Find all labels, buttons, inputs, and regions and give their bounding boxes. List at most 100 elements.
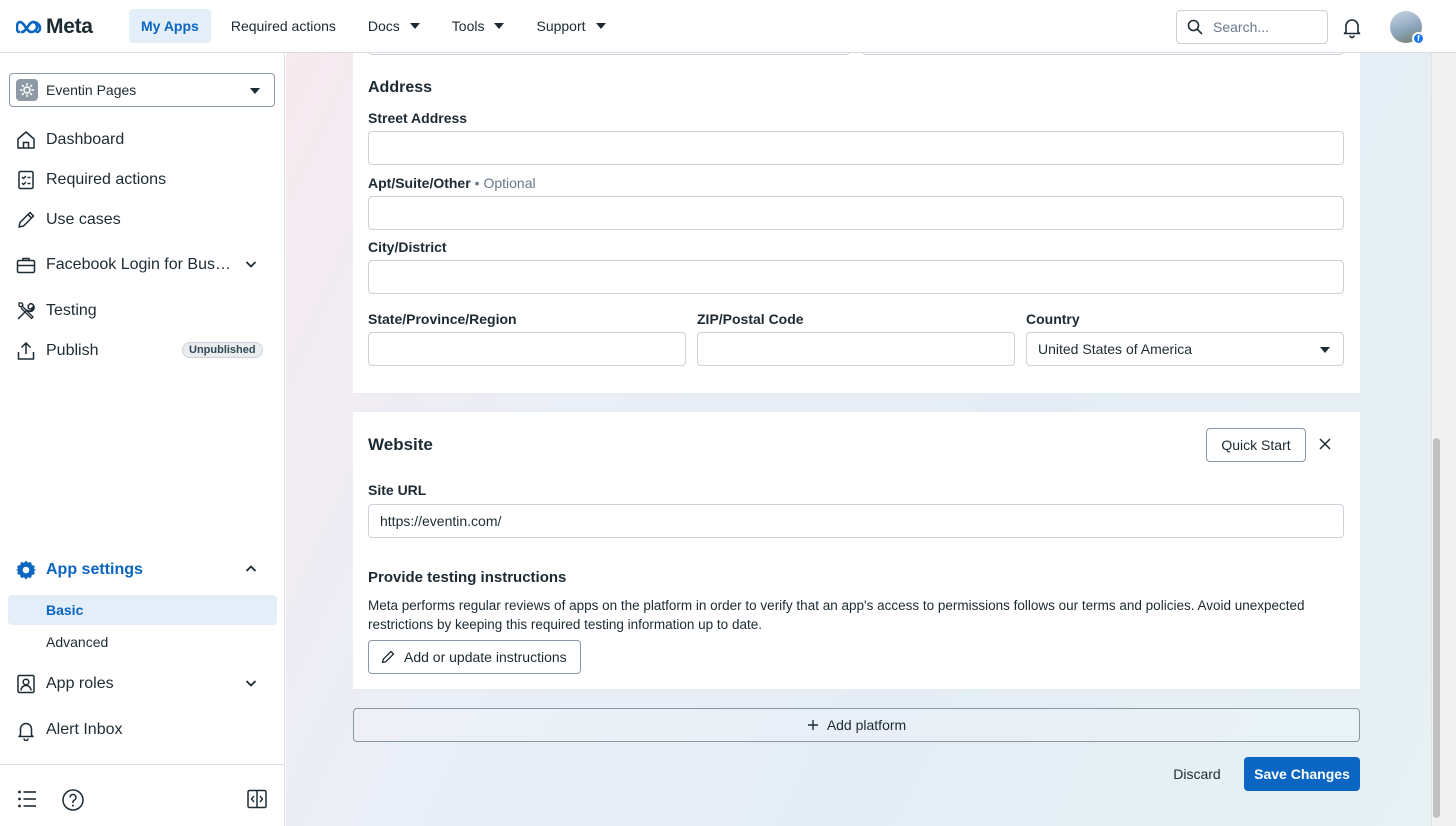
discard-button[interactable]: Discard (1161, 757, 1233, 791)
home-icon (14, 128, 38, 152)
nav-my-apps[interactable]: My Apps (129, 9, 211, 43)
sidebar-footer (0, 764, 284, 826)
close-icon[interactable] (1318, 437, 1332, 456)
add-instructions-label: Add or update instructions (404, 649, 567, 665)
add-platform-button[interactable]: Add platform (353, 708, 1360, 742)
logo-text: Meta (46, 15, 93, 38)
country-label: Country (1026, 311, 1080, 327)
state-field[interactable] (368, 332, 686, 366)
zip-field[interactable] (697, 332, 1015, 366)
nav-tools-label: Tools (451, 18, 485, 34)
nav-required-actions-label: Required actions (230, 18, 336, 34)
sidebar-item-app-roles[interactable]: App roles (14, 668, 270, 700)
sidebar-subitem-label: Basic (46, 602, 84, 618)
scrollbar-thumb[interactable] (1433, 438, 1440, 818)
nav-my-apps-label: My Apps (141, 18, 199, 34)
save-changes-button[interactable]: Save Changes (1244, 757, 1360, 791)
top-bar: Meta My Apps Required actions Docs Tools… (0, 0, 1456, 53)
discard-label: Discard (1173, 766, 1221, 782)
sidebar-item-use-cases[interactable]: Use cases (14, 204, 270, 236)
sidebar-item-label: Required actions (46, 171, 167, 188)
plus-icon (807, 720, 818, 730)
sidebar-item-dashboard[interactable]: Dashboard (14, 124, 270, 156)
add-platform-label: Add platform (826, 717, 907, 733)
sidebar-subitem-basic[interactable]: Basic (8, 595, 277, 625)
quick-start-button[interactable]: Quick Start (1206, 428, 1306, 462)
avatar[interactable]: f (1390, 11, 1425, 45)
status-badge: Unpublished (182, 342, 263, 358)
search-input[interactable]: Search... (1176, 10, 1328, 44)
caret-down-icon (1320, 347, 1330, 353)
previous-field-left[interactable] (368, 53, 850, 55)
gear-icon (14, 558, 38, 582)
sidebar-subitem-label: Advanced (46, 634, 109, 650)
street-address-field[interactable] (368, 131, 1344, 165)
meta-logo[interactable]: Meta (16, 15, 93, 39)
quick-start-label: Quick Start (1221, 437, 1291, 453)
add-instructions-button[interactable]: Add or update instructions (368, 640, 581, 674)
optional-tag: • Optional (474, 175, 536, 191)
app-selector[interactable]: Eventin Pages (9, 73, 275, 107)
sidebar-item-testing[interactable]: Testing (14, 295, 270, 327)
testing-description: Meta performs regular reviews of apps on… (368, 598, 1305, 632)
sidebar-item-app-settings[interactable]: App settings (14, 554, 270, 586)
city-label: City/District (368, 239, 447, 255)
testing-title: Provide testing instructions (368, 569, 567, 586)
sidebar-item-facebook-login[interactable]: Facebook Login for Bus… (14, 249, 270, 281)
nav-support[interactable]: Support (524, 9, 617, 43)
meta-infinity-icon (16, 20, 42, 34)
sidebar-item-alert-inbox[interactable]: Alert Inbox (14, 714, 270, 746)
city-field[interactable] (368, 260, 1344, 294)
briefcase-icon (14, 253, 38, 277)
sidebar-item-label: Facebook Login for Bus… (46, 256, 231, 273)
nav-docs[interactable]: Docs (356, 9, 432, 43)
caret-down-icon (250, 88, 260, 94)
nav-support-label: Support (536, 18, 586, 34)
caret-down-icon (494, 23, 505, 29)
caret-down-icon (409, 23, 420, 29)
chevron-down-icon (244, 257, 258, 276)
previous-field-right[interactable] (862, 53, 1344, 55)
collapse-sidebar-icon[interactable] (246, 788, 268, 815)
caret-down-icon (595, 23, 606, 29)
nav-tools[interactable]: Tools (440, 9, 517, 43)
app-name: Eventin Pages (46, 82, 137, 98)
sidebar-item-label: App roles (46, 675, 114, 692)
notifications-bell-icon[interactable] (1340, 15, 1364, 44)
apt-suite-field[interactable] (368, 196, 1344, 230)
sidebar-item-label: Alert Inbox (46, 721, 123, 738)
nav-docs-label: Docs (367, 18, 400, 34)
sidebar-item-publish[interactable]: Publish Unpublished (14, 335, 270, 367)
sidebar-subitem-advanced[interactable]: Advanced (8, 627, 277, 657)
sidebar-item-required-actions[interactable]: Required actions (14, 164, 270, 196)
app-gear-icon (16, 79, 38, 101)
chevron-up-icon (244, 562, 258, 581)
top-nav: My Apps Required actions Docs Tools Supp… (129, 9, 626, 43)
help-icon[interactable] (61, 788, 85, 817)
website-card: Website Quick Start Site URL https://eve… (353, 412, 1360, 689)
country-value: United States of America (1038, 341, 1193, 357)
save-changes-label: Save Changes (1254, 766, 1350, 782)
facebook-badge-icon: f (1412, 32, 1425, 45)
zip-label: ZIP/Postal Code (697, 311, 804, 327)
nav-required-actions[interactable]: Required actions (219, 9, 348, 43)
sidebar-item-label: Publish (46, 342, 99, 359)
street-label: Street Address (368, 110, 468, 126)
list-icon[interactable] (16, 788, 38, 815)
state-label: State/Province/Region (368, 311, 517, 327)
chevron-down-icon (244, 676, 258, 695)
country-select[interactable]: United States of America (1026, 332, 1344, 366)
search-placeholder: Search... (1213, 19, 1270, 35)
upload-icon (14, 339, 38, 363)
pencil-icon (381, 650, 395, 664)
address-title: Address (368, 79, 433, 96)
site-url-field[interactable]: https://eventin.com/ (368, 504, 1344, 538)
sidebar-item-label: Testing (46, 302, 97, 319)
sidebar-item-label: Dashboard (46, 131, 125, 148)
sidebar-item-label: App settings (46, 561, 143, 578)
main-content: Address Street Address Apt/Suite/Other • … (286, 53, 1431, 826)
tools-icon (14, 299, 38, 323)
search-icon (1187, 19, 1203, 35)
website-title: Website (368, 435, 433, 454)
site-url-label: Site URL (368, 482, 427, 498)
